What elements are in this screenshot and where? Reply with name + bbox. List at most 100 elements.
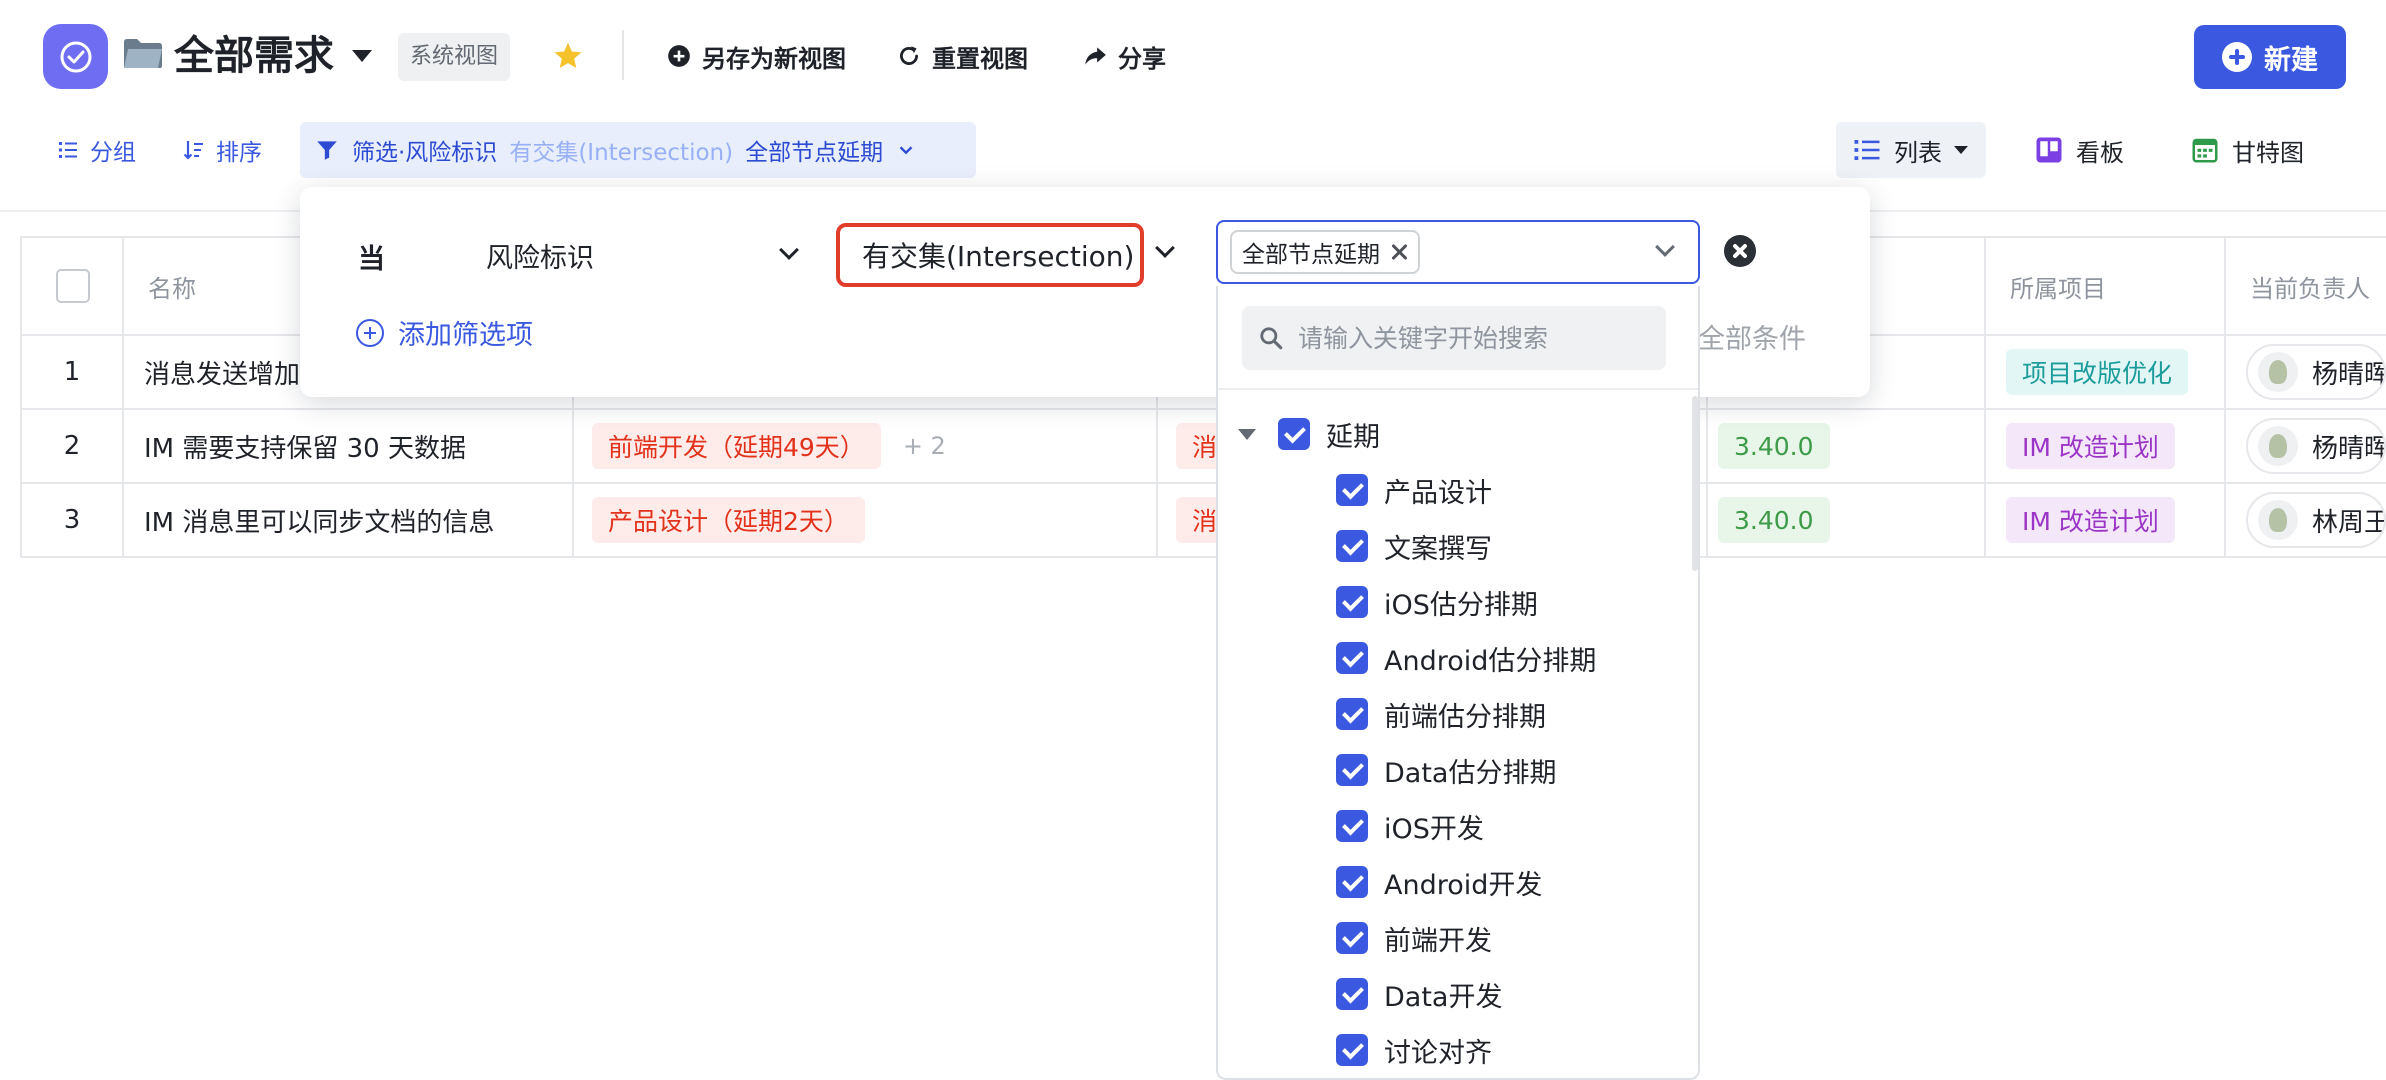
column-header-owner[interactable]: 当前负责人 [2226,238,2386,334]
dropdown-search-box[interactable] [1242,306,1666,370]
star-icon[interactable] [552,40,584,72]
option-checkbox[interactable] [1336,866,1368,898]
option-item[interactable]: 前端开发 [1336,918,1492,958]
owner-chip[interactable]: 林周王 [2246,492,2386,548]
row-project-cell[interactable]: IM 改造计划 [1986,410,2226,482]
app-logo[interactable] [43,24,108,89]
row-project-cell[interactable]: 项目改版优化 [1986,336,2226,408]
row-version-cell[interactable]: 3.40.0 [1708,410,1986,482]
filter-chip-value: 全部节点延期 [745,140,884,166]
select-all-cell [20,238,124,334]
share-button[interactable]: 分享 [1082,36,1166,76]
row-name[interactable]: IM 需要支持保留 30 天数据 [124,410,574,482]
avatar [2258,500,2298,540]
dropdown-scrollbar[interactable] [1692,396,1698,571]
kanban-icon [2036,137,2062,163]
view-list-button[interactable]: 列表 [1836,122,1986,178]
option-checkbox[interactable] [1278,418,1310,450]
row-index: 3 [20,484,124,556]
share-label: 分享 [1118,44,1166,73]
risk-more-count[interactable]: + 2 [903,432,946,460]
risk-tag: 前端开发（延期49天） [592,423,881,469]
option-checkbox[interactable] [1336,810,1368,842]
column-owner-label: 当前负责人 [2250,274,2370,303]
option-item[interactable]: Android估分排期 [1336,638,1596,678]
option-label: Data开发 [1384,981,1503,1013]
project-tag: IM 改造计划 [2006,423,2175,469]
row-owner-cell[interactable]: 杨晴晖 [2226,336,2386,408]
option-checkbox[interactable] [1336,698,1368,730]
add-filter-button[interactable]: 添加筛选项 [356,313,533,352]
filter-value-select[interactable]: 全部节点延期 [1216,220,1700,284]
all-conditions-select[interactable]: 全部条件 [1698,317,1806,356]
project-tag: 项目改版优化 [2006,349,2189,395]
option-checkbox[interactable] [1336,754,1368,786]
remove-condition-icon[interactable] [1724,235,1756,267]
owner-chip[interactable]: 杨晴晖 [2246,344,2386,400]
column-header-project[interactable]: 所属项目 [1986,238,2226,334]
title-dropdown-icon[interactable] [352,50,372,62]
row-name[interactable]: IM 消息里可以同步文档的信息 [124,484,574,556]
option-checkbox[interactable] [1336,978,1368,1010]
option-checkbox[interactable] [1336,530,1368,562]
owner-name: 杨晴晖 [2312,433,2386,464]
option-item[interactable]: Data开发 [1336,974,1502,1014]
active-filter-chip[interactable]: 筛选·风险标识 有交集(Intersection) 全部节点延期 [300,122,976,178]
option-item[interactable]: 产品设计 [1336,470,1492,510]
view-gantt-button[interactable]: 甘特图 [2174,122,2320,178]
row-index: 2 [20,410,124,482]
filter-field-select[interactable]: 风险标识 [470,227,810,283]
row-risk-cell[interactable]: 产品设计（延期2天） [574,484,1158,556]
owner-chip[interactable]: 杨晴晖 [2246,418,2386,474]
option-checkbox[interactable] [1336,642,1368,674]
option-item[interactable]: 讨论对齐 [1336,1030,1492,1070]
option-checkbox[interactable] [1336,1034,1368,1066]
caret-down-icon [1954,146,1968,154]
owner-name: 杨晴晖 [2312,359,2386,390]
option-item[interactable]: 文案撰写 [1336,526,1492,566]
column-name-label: 名称 [148,274,196,303]
option-label: 产品设计 [1384,477,1492,509]
sort-button[interactable]: 排序 [182,128,262,172]
new-button[interactable]: 新建 [2194,25,2346,89]
row-owner-cell[interactable]: 林周王 [2226,484,2386,556]
operator-chevron-down-icon[interactable] [1155,238,1175,258]
option-item[interactable]: Data估分排期 [1336,750,1556,790]
filter-value-dropdown: 延期 产品设计 文案撰写 iOS估分排期 Android估分排期 前端估分排期 … [1216,286,1700,1080]
selected-value-label: 全部节点延期 [1242,242,1380,268]
view-list-label: 列表 [1894,138,1942,167]
remove-tag-icon[interactable] [1390,243,1408,261]
option-checkbox[interactable] [1336,586,1368,618]
add-circle-icon [356,318,384,347]
dropdown-search-input[interactable] [1298,323,1638,353]
option-group-delay[interactable]: 延期 [1238,414,1380,454]
option-item[interactable]: 前端估分排期 [1336,694,1546,734]
owner-name: 林周王 [2312,507,2386,538]
save-as-new-view-button[interactable]: 另存为新视图 [666,36,846,76]
view-kanban-button[interactable]: 看板 [2018,122,2140,178]
table-row[interactable]: 2 IM 需要支持保留 30 天数据 前端开发（延期49天） + 2 消 3.4… [20,410,2386,484]
reset-view-button[interactable]: 重置视图 [896,36,1028,76]
row-version-cell[interactable]: 3.40.0 [1708,484,1986,556]
option-item[interactable]: Android开发 [1336,862,1542,902]
page-title[interactable]: 全部需求 [174,28,334,84]
select-all-checkbox[interactable] [56,269,90,303]
collapse-triangle-icon[interactable] [1238,428,1256,440]
filter-operator-select[interactable]: 有交集(Intersection) [836,223,1144,287]
option-item[interactable]: iOS估分排期 [1336,582,1538,622]
option-item[interactable]: iOS开发 [1336,806,1484,846]
share-arrow-icon [1085,47,1106,65]
group-button[interactable]: 分组 [56,128,136,172]
filter-chip-label: 筛选·风险标识 [352,140,498,166]
folder-icon [124,39,162,68]
header-divider [622,30,624,80]
option-checkbox[interactable] [1336,474,1368,506]
row-risk-cell[interactable]: 前端开发（延期49天） + 2 [574,410,1158,482]
table-row[interactable]: 3 IM 消息里可以同步文档的信息 产品设计（延期2天） 消 3.40.0 IM… [20,484,2386,558]
option-checkbox[interactable] [1336,922,1368,954]
new-button-label: 新建 [2264,44,2318,76]
row-project-cell[interactable]: IM 改造计划 [1986,484,2226,556]
system-view-badge: 系统视图 [398,33,511,81]
row-index: 1 [20,336,124,408]
row-owner-cell[interactable]: 杨晴晖 [2226,410,2386,482]
